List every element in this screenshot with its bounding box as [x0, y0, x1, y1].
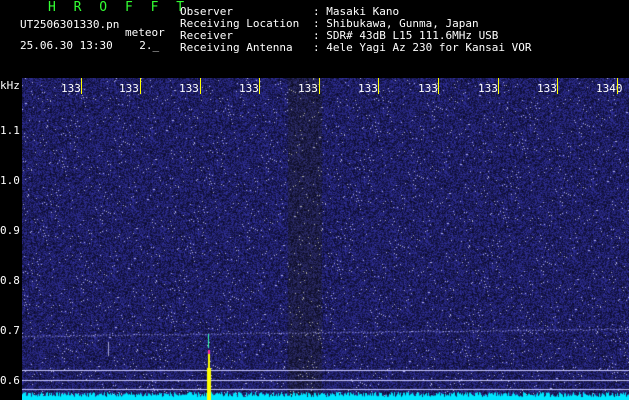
x-tick-mark: [438, 78, 439, 94]
x-tick-mark: [259, 78, 260, 94]
x-tick-mark: [140, 78, 141, 94]
x-tick-label: 133: [179, 82, 199, 95]
observation-datetime: 25.06.30 13:30 2._: [20, 40, 159, 52]
x-tick-label: 133: [61, 82, 81, 95]
x-tick-label: 133: [478, 82, 498, 95]
y-tick-label: 0.9: [0, 224, 20, 237]
filename-suffix: meteor: [125, 26, 165, 39]
antenna-value: : 4ele Yagi Az 230 for Kansai VOR: [313, 41, 532, 54]
y-axis-unit: kHz: [0, 79, 20, 92]
x-tick-mark: [319, 78, 320, 94]
x-tick-label: 133: [537, 82, 557, 95]
x-tick-label: 133: [239, 82, 259, 95]
y-tick-label: 0.6: [0, 374, 20, 387]
y-tick-label: 0.7: [0, 324, 20, 337]
header-panel: H R O F F T UT2506301330.pn meteor 25.06…: [0, 0, 629, 78]
x-tick-label: 133: [418, 82, 438, 95]
x-tick-mark: [498, 78, 499, 94]
x-tick-mark: [378, 78, 379, 94]
antenna-label: Receiving Antenna: [180, 41, 293, 54]
x-tick-label: 133: [358, 82, 378, 95]
app-title: H R O F F T: [48, 0, 190, 15]
x-tick-mark: [81, 78, 82, 94]
x-tick-mark: [200, 78, 201, 94]
x-tick-label: 133: [119, 82, 139, 95]
image-filename: UT2506301330.pn: [20, 18, 120, 31]
counter-text: 2._: [139, 39, 160, 52]
y-tick-label: 1.1: [0, 124, 20, 137]
x-tick-label: 1340: [596, 82, 623, 95]
x-tick-mark: [557, 78, 558, 94]
x-tick-mark: [617, 78, 618, 94]
waterfall-spectrogram: [22, 78, 629, 400]
y-tick-label: 1.0: [0, 174, 20, 187]
datetime-text: 25.06.30 13:30: [20, 39, 113, 52]
waterfall-canvas: [22, 78, 629, 400]
y-tick-label: 0.8: [0, 274, 20, 287]
x-tick-label: 133: [298, 82, 318, 95]
